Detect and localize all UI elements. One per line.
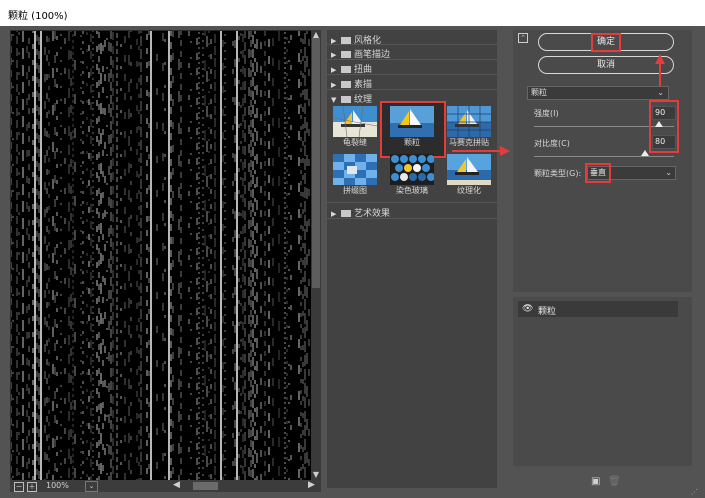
expand-arrow-icon: ▶ <box>331 51 337 59</box>
chevron-down-icon: ⌄ <box>665 168 672 177</box>
folder-icon <box>341 37 351 44</box>
resize-grip-icon[interactable]: ⋰ <box>691 488 698 496</box>
window-title: 颗粒 (100%) <box>8 11 68 22</box>
filter-label: 颗粒 <box>404 138 420 147</box>
filter-label: 龟裂缝 <box>343 138 367 147</box>
title-bar: 颗粒 (100%) <box>0 0 705 26</box>
chevron-down-icon: ⌄ <box>657 88 664 97</box>
expand-arrow-icon: ▶ <box>331 81 337 89</box>
folder-icon <box>341 210 351 217</box>
contrast-label: 对比度(C) <box>534 139 570 148</box>
delete-layer-icon[interactable]: 🗑 <box>608 476 621 487</box>
preview-canvas[interactable] <box>10 30 312 482</box>
zoom-level: 100% <box>46 481 69 490</box>
expand-arrow-icon: ▶ <box>331 66 337 74</box>
folder-icon <box>341 51 351 58</box>
grain-preview-image <box>11 31 310 481</box>
effect-layer-name: 颗粒 <box>538 307 557 317</box>
effect-layers-panel <box>513 297 692 466</box>
intensity-label: 强度(I) <box>534 109 559 118</box>
filter-thumb-stained-glass[interactable] <box>390 154 434 185</box>
collapse-arrow-icon: ▼ <box>331 96 337 104</box>
grain-type-highlight <box>585 163 611 183</box>
collapse-gallery-icon[interactable]: ⌃ <box>518 33 528 43</box>
folder-icon <box>341 66 351 73</box>
filter-thumb-texturizer[interactable] <box>447 154 491 185</box>
filter-thumb-grain[interactable] <box>390 106 434 137</box>
preview-bottom-bar: − + 100% ⌄ ◀ ▶ <box>10 480 321 492</box>
filter-select[interactable]: 颗粒 ⌄ <box>527 86 669 100</box>
expand-arrow-icon: ▶ <box>331 210 337 218</box>
folder-icon <box>341 81 351 88</box>
new-effect-layer-icon[interactable]: ▣ <box>591 476 600 487</box>
eye-icon[interactable]: 👁 <box>522 304 533 314</box>
horizontal-scroll-thumb[interactable] <box>193 482 218 490</box>
scroll-right-arrow-icon[interactable]: ▶ <box>308 480 315 490</box>
contrast-slider-knob[interactable] <box>641 150 649 156</box>
filter-thumb-craquelure[interactable] <box>333 106 377 137</box>
contrast-slider[interactable] <box>534 156 674 157</box>
filter-label: 染色玻璃 <box>396 186 428 195</box>
effect-layer-row[interactable]: 👁 颗粒 <box>518 301 678 317</box>
annotation-arrow-right-icon <box>452 146 510 156</box>
filter-thumb-mosaic-tiles[interactable] <box>447 106 491 137</box>
grain-type-label: 颗粒类型(G): <box>534 169 582 178</box>
annotation-arrow-up-icon <box>655 54 665 88</box>
scroll-thumb[interactable] <box>312 38 320 288</box>
filter-label: 纹理化 <box>457 186 481 195</box>
ok-highlight <box>591 33 621 52</box>
values-highlight <box>649 100 679 153</box>
preview-vertical-scrollbar[interactable]: ▲ ▼ <box>311 30 321 480</box>
scroll-down-arrow-icon[interactable]: ▼ <box>311 470 321 480</box>
zoom-out-icon[interactable]: − <box>14 482 24 492</box>
category-texture[interactable]: ▼ 纹理 <box>331 92 372 106</box>
zoom-in-icon[interactable]: + <box>27 482 37 492</box>
zoom-dropdown[interactable]: ⌄ <box>85 481 98 492</box>
open-folder-icon <box>341 96 351 103</box>
scroll-left-arrow-icon[interactable]: ◀ <box>173 480 180 490</box>
filter-thumb-patchwork[interactable] <box>333 154 377 185</box>
filter-label: 拼缀图 <box>343 186 367 195</box>
